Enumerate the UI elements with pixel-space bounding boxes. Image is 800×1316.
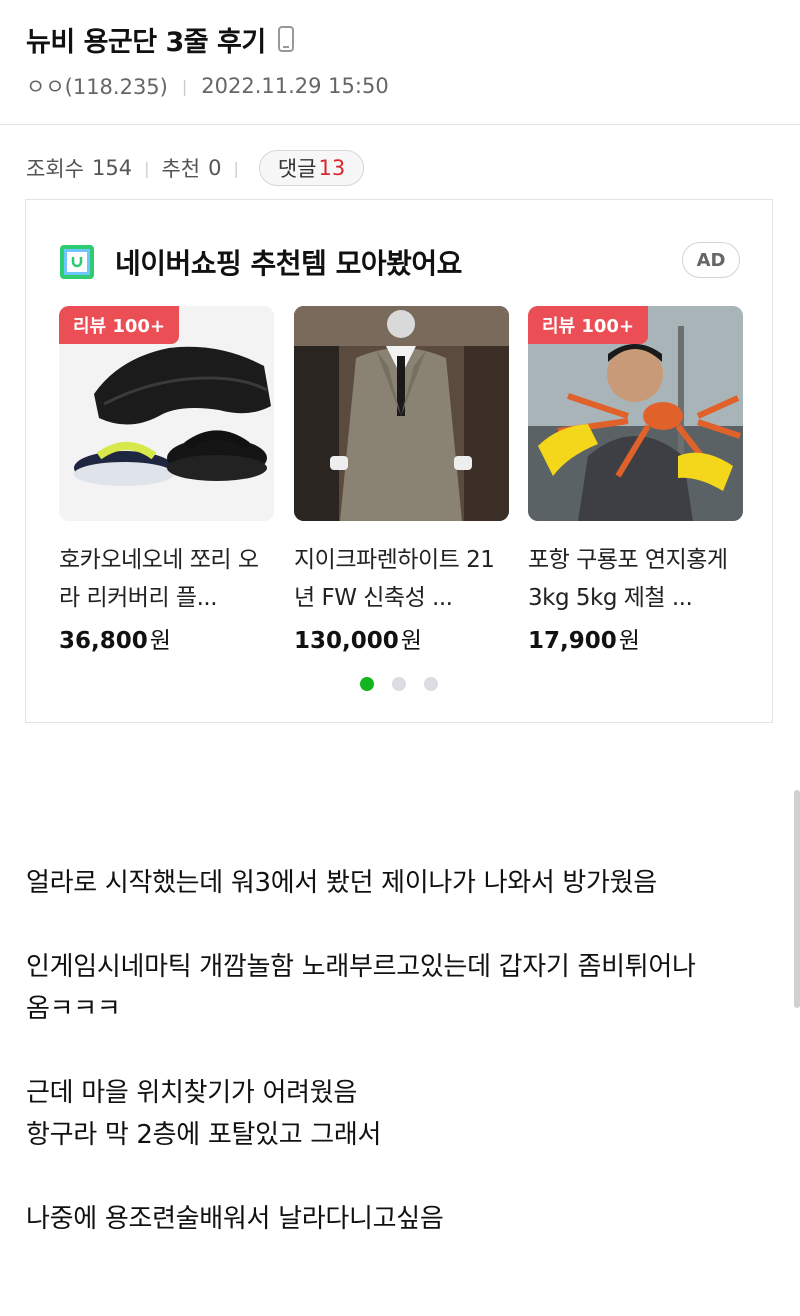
post-stats: 조회수 154 | 추천 0 | 댓글 13 bbox=[26, 150, 365, 186]
product-card[interactable]: 리뷰 100+ 포항 구룡포 연지홍게 3kg 5kg 제철 ... 17,90… bbox=[528, 306, 743, 656]
comments-label: 댓글 bbox=[277, 157, 317, 181]
ad-header: 네이버쇼핑 추천템 모아봤어요 bbox=[59, 240, 462, 284]
product-carousel: 리뷰 100+ 호카오네오네 쪼리 오라 리커버리 플... 36,800원 지… bbox=[59, 306, 743, 656]
carousel-pagination bbox=[26, 677, 772, 691]
product-image-suit bbox=[294, 306, 509, 521]
product-card[interactable]: 지이크파렌하이트 21년 FW 신축성 ... 130,000원 bbox=[294, 306, 509, 656]
author-name[interactable]: ㅇㅇ(118.235) bbox=[26, 71, 168, 101]
ad-title: 네이버쇼핑 추천템 모아봤어요 bbox=[115, 247, 462, 280]
page-dot-2[interactable] bbox=[392, 677, 406, 691]
divider: | bbox=[144, 158, 150, 178]
page-dot-1[interactable] bbox=[360, 677, 374, 691]
shopping-ad-box: 네이버쇼핑 추천템 모아봤어요 AD 리뷰 100+ 호카오네오네 쪼리 오라 … bbox=[25, 199, 773, 723]
shopping-bag-icon bbox=[59, 244, 95, 280]
product-name: 포항 구룡포 연지홍게 3kg 5kg 제철 ... bbox=[528, 547, 728, 611]
post-body: 얼라로 시작했는데 워3에서 봤던 제이나가 나와서 방가웠음 인게임시네마틱 … bbox=[26, 862, 776, 1240]
product-image-sandals: 리뷰 100+ bbox=[59, 306, 274, 521]
body-line: 옴ㅋㅋㅋ bbox=[26, 994, 121, 1024]
comments-button[interactable]: 댓글 13 bbox=[258, 150, 365, 186]
body-line: 나중에 용조련술배워서 날라다니고싶음 bbox=[26, 1204, 444, 1234]
views-count: 154 bbox=[91, 156, 133, 180]
header-divider bbox=[0, 124, 800, 125]
mobile-phone-icon bbox=[277, 26, 294, 52]
page-dot-3[interactable] bbox=[424, 677, 438, 691]
review-badge: 리뷰 100+ bbox=[528, 306, 649, 344]
product-name: 호카오네오네 쪼리 오라 리커버리 플... bbox=[59, 547, 259, 611]
comments-count: 13 bbox=[318, 156, 346, 180]
product-card[interactable]: 리뷰 100+ 호카오네오네 쪼리 오라 리커버리 플... 36,800원 bbox=[59, 306, 274, 656]
post-header: 뉴비 용군단 3줄 후기 bbox=[26, 18, 294, 60]
body-line: 얼라로 시작했는데 워3에서 봤던 제이나가 나와서 방가웠음 bbox=[26, 868, 657, 898]
recommend-count: 0 bbox=[208, 156, 222, 180]
body-line: 항구라 막 2층에 포탈있고 그래서 bbox=[26, 1120, 382, 1150]
price-currency: 원 bbox=[618, 628, 640, 654]
scrollbar[interactable] bbox=[794, 790, 800, 1008]
recommend-label: 추천 bbox=[161, 157, 201, 181]
post-title: 뉴비 용군단 3줄 후기 bbox=[26, 26, 266, 58]
ad-badge[interactable]: AD bbox=[682, 242, 740, 278]
review-badge: 리뷰 100+ bbox=[59, 306, 180, 344]
price-value: 17,900 bbox=[528, 628, 617, 654]
product-price: 130,000원 bbox=[294, 621, 509, 655]
views-label: 조회수 bbox=[26, 157, 84, 181]
price-currency: 원 bbox=[149, 628, 171, 654]
post-datetime: 2022.11.29 15:50 bbox=[201, 74, 389, 98]
product-name: 지이크파렌하이트 21년 FW 신축성 ... bbox=[294, 547, 495, 611]
product-price: 17,900원 bbox=[528, 621, 743, 655]
divider: | bbox=[233, 158, 239, 178]
price-value: 130,000 bbox=[294, 628, 399, 654]
price-value: 36,800 bbox=[59, 628, 148, 654]
product-image-crab: 리뷰 100+ bbox=[528, 306, 743, 521]
product-price: 36,800원 bbox=[59, 621, 274, 655]
post-meta: ㅇㅇ(118.235) | 2022.11.29 15:50 bbox=[26, 70, 389, 102]
price-currency: 원 bbox=[400, 628, 422, 654]
divider: | bbox=[181, 76, 188, 96]
body-line: 근데 마을 위치찾기가 어려웠음 bbox=[26, 1078, 357, 1108]
body-line: 인게임시네마틱 개깜놀함 노래부르고있는데 갑자기 좀비튀어나 bbox=[26, 952, 696, 982]
